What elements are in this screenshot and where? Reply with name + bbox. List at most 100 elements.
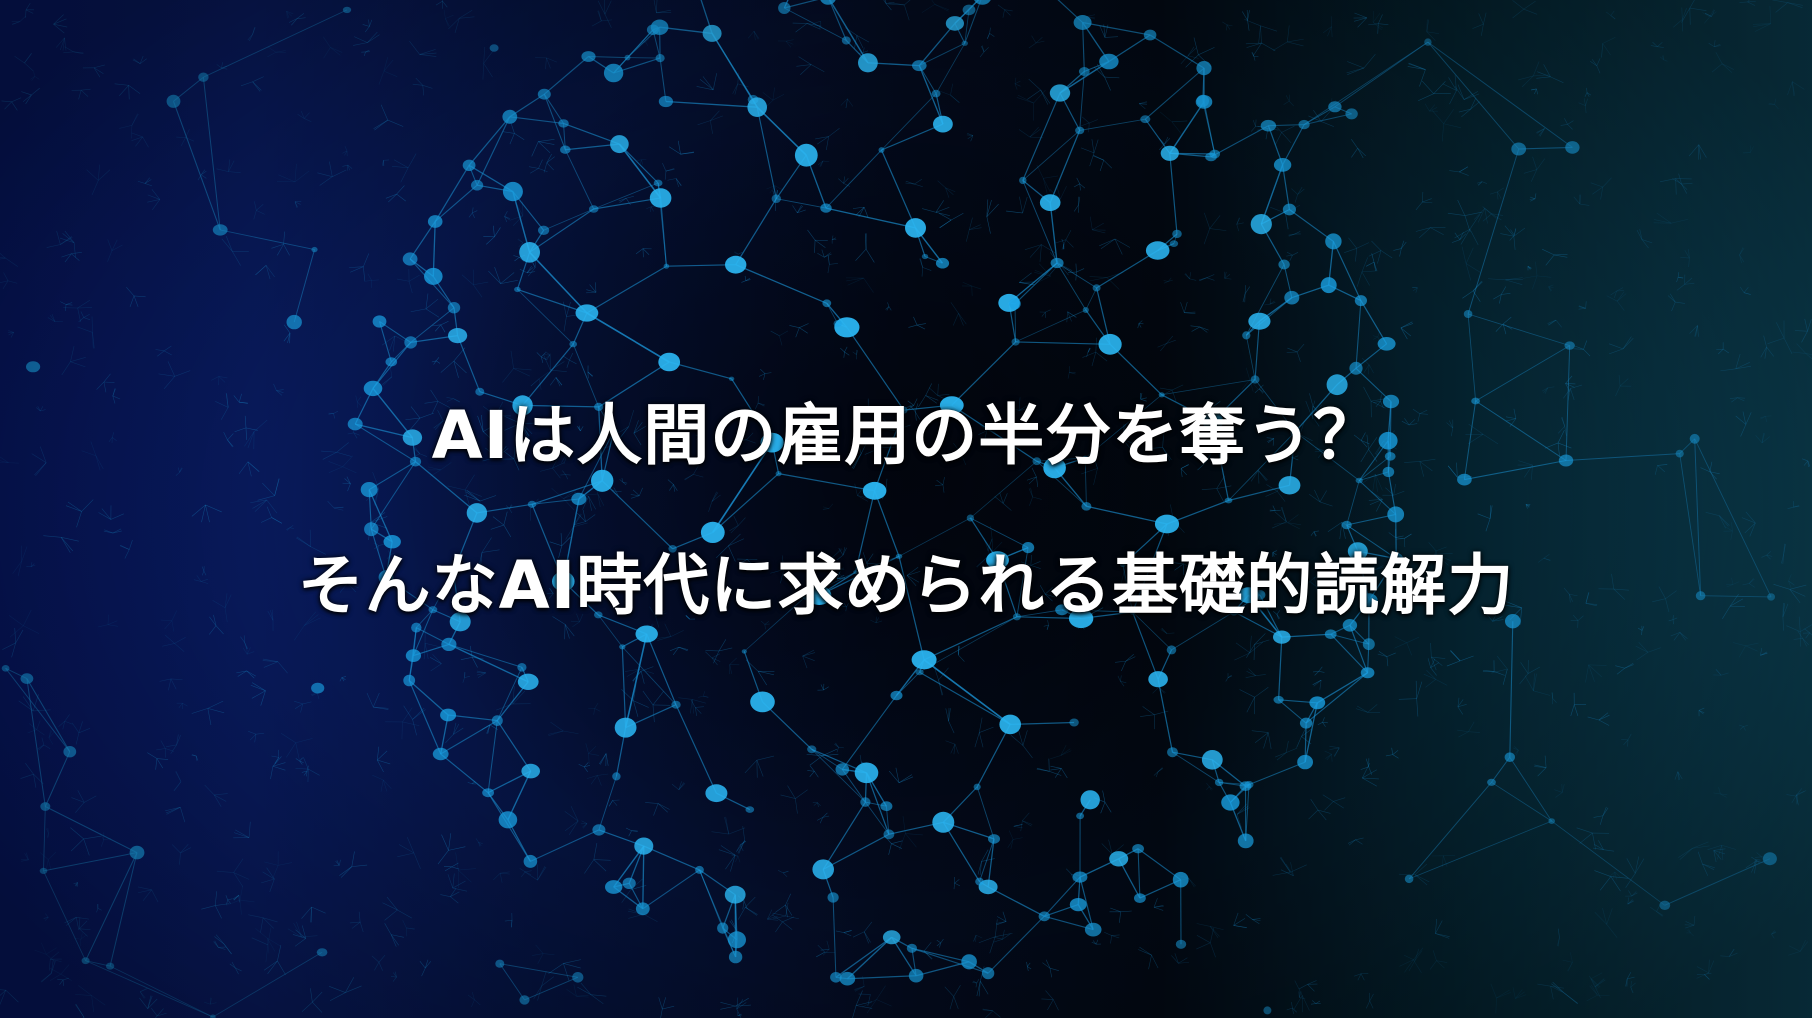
- dust-ray: [1171, 384, 1184, 391]
- network-node: [650, 19, 669, 35]
- dust-ray: [626, 195, 634, 199]
- dust-ray: [799, 323, 809, 328]
- dust-ray: [50, 951, 60, 960]
- dust-ray: [363, 266, 366, 281]
- network-node: [1548, 818, 1555, 824]
- dust-ray: [662, 163, 667, 172]
- dust-ray: [256, 210, 265, 215]
- dust-ray: [96, 908, 99, 913]
- dust-ray: [1010, 735, 1024, 746]
- dust-ray: [1371, 240, 1382, 251]
- dust-ray: [301, 906, 312, 919]
- dust-ray: [227, 898, 233, 901]
- network-node: [658, 95, 674, 108]
- dust-ray: [1315, 1000, 1321, 1004]
- dust-ray: [1324, 801, 1334, 811]
- dust-ray: [170, 678, 177, 690]
- dust-ray: [397, 852, 415, 858]
- dust-ray: [112, 528, 122, 534]
- dust-ray: [829, 262, 838, 265]
- network-node: [1080, 790, 1100, 810]
- dust-ray: [341, 676, 347, 678]
- dust-ray: [1606, 295, 1618, 302]
- dust-ray: [1287, 41, 1304, 47]
- dust-ray: [406, 837, 415, 854]
- dust-ray: [1290, 864, 1307, 873]
- dust-ray: [1361, 257, 1369, 272]
- dust-ray: [1585, 664, 1589, 683]
- network-node: [440, 708, 457, 722]
- dust-ray: [133, 58, 141, 64]
- dust-ray: [1086, 14, 1096, 17]
- dust-ray: [1602, 177, 1612, 188]
- dust-ray: [387, 119, 404, 127]
- dust-ray: [1255, 674, 1266, 676]
- dust-ray: [1317, 722, 1323, 726]
- dust-ray: [1400, 327, 1408, 340]
- dust-ray: [223, 943, 232, 955]
- dust-ray: [445, 734, 454, 744]
- dust-ray: [564, 820, 579, 832]
- network-link: [776, 198, 827, 209]
- dust-ray: [1650, 906, 1657, 912]
- dust-ray: [164, 620, 173, 630]
- dust-ray: [543, 953, 555, 956]
- dust-ray: [1233, 925, 1247, 929]
- dust-ray: [1308, 809, 1319, 820]
- dust-ray: [1093, 139, 1099, 153]
- dust-ray: [692, 699, 706, 704]
- network-node: [1082, 307, 1089, 313]
- dust-ray: [934, 4, 950, 11]
- dust-ray: [1206, 786, 1210, 791]
- dust-ray: [514, 133, 525, 141]
- dust-ray: [100, 839, 105, 847]
- dust-ray: [590, 994, 604, 1005]
- dust-ray: [1117, 675, 1121, 682]
- dust-ray: [597, 775, 602, 786]
- star-dust: [0, 0, 1812, 1018]
- network-link: [109, 965, 214, 1018]
- dust-ray: [231, 961, 236, 969]
- dust-ray: [63, 51, 74, 54]
- network-link: [1330, 633, 1369, 674]
- dust-ray: [25, 762, 34, 775]
- network-node: [1019, 176, 1027, 185]
- dust-ray: [221, 238, 233, 252]
- network-node: [724, 885, 746, 904]
- dust-ray: [11, 101, 18, 111]
- dust-ray: [295, 768, 309, 770]
- dust-ray: [70, 356, 86, 362]
- dust-ray: [329, 992, 346, 1001]
- dust-ray: [156, 758, 164, 769]
- dust-ray: [1668, 619, 1674, 622]
- dust-ray: [205, 504, 210, 523]
- dust-ray: [1236, 217, 1240, 225]
- dust-ray: [254, 201, 257, 211]
- dust-ray: [1050, 765, 1062, 769]
- dust-ray: [103, 381, 107, 393]
- dust-ray: [520, 871, 526, 878]
- dust-ray: [1091, 352, 1097, 367]
- dust-ray: [898, 776, 914, 784]
- dust-ray: [538, 168, 548, 173]
- dust-ray: [1671, 301, 1676, 312]
- dust-ray: [33, 709, 51, 712]
- dust-ray: [265, 265, 271, 280]
- dust-ray: [378, 543, 385, 546]
- dust-ray: [697, 120, 711, 126]
- network-node: [1075, 126, 1085, 135]
- network-node: [981, 967, 995, 980]
- dust-ray: [256, 204, 264, 211]
- dust-ray: [1570, 704, 1575, 717]
- dust-ray: [167, 361, 176, 377]
- dust-ray: [1403, 954, 1416, 961]
- network-node: [1377, 337, 1396, 351]
- dust-ray: [979, 51, 985, 58]
- dust-ray: [1623, 739, 1629, 746]
- dust-ray: [1720, 368, 1736, 372]
- dust-ray: [294, 938, 306, 947]
- network-link: [543, 56, 589, 95]
- dust-ray: [1793, 638, 1803, 640]
- dust-ray: [1564, 993, 1578, 1004]
- dust-ray: [248, 731, 257, 735]
